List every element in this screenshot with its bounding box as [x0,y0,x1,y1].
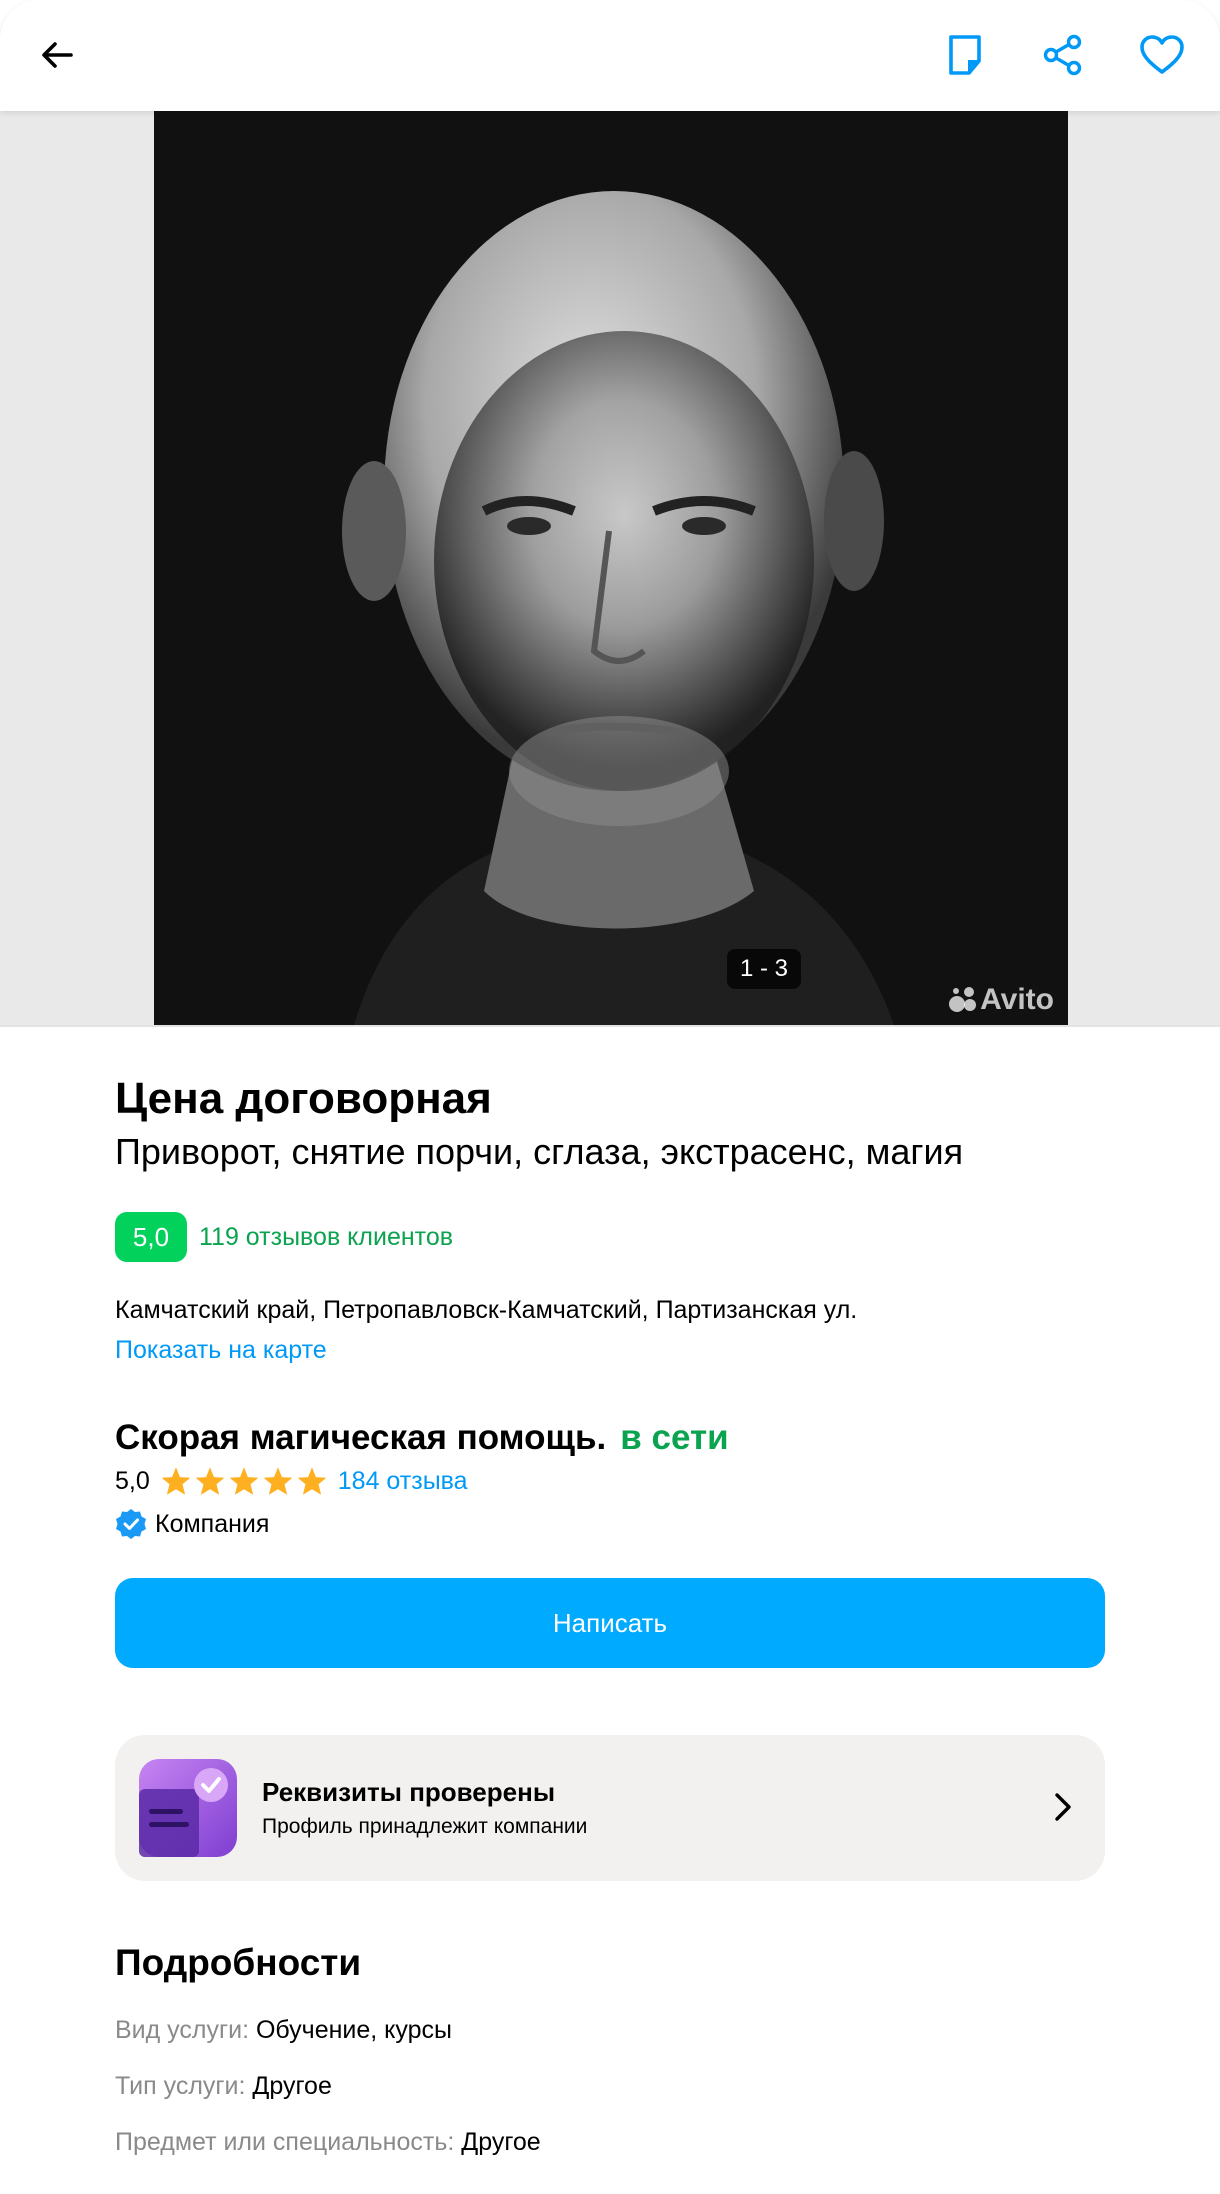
detail-value: Другое [252,2072,332,2100]
verified-title: Реквизиты проверены [262,1777,556,1807]
listing-rating[interactable]: 5,0 119 отзывов клиентов [115,1212,453,1262]
portrait-image [154,111,1068,1025]
seller-rating[interactable]: 5,0 184 отзыва [115,1466,468,1496]
star-icon [229,1467,259,1495]
photo-gallery[interactable]: 1 - 3 Avito [0,111,1220,1025]
details-heading: Подробности [115,1942,362,1983]
online-status: в сети [620,1418,729,1457]
star-icon [263,1467,293,1495]
company-badge: Компания [115,1508,269,1540]
detail-row: Тип услуги: Другое [115,2072,332,2101]
detail-row: Вид услуги: Обучение, курсы [115,2016,452,2045]
favorite-button[interactable] [1129,22,1195,88]
share-button[interactable] [1030,22,1096,88]
photo-counter: 1 - 3 [727,949,801,989]
verified-requisites-card[interactable]: Реквизиты проверены Профиль принадлежит … [115,1735,1105,1881]
seller-reviews-link[interactable]: 184 отзыва [338,1467,468,1496]
avito-watermark-text: Avito [980,983,1054,1016]
share-icon [1043,34,1082,76]
star-icon [195,1467,225,1495]
verified-subtitle: Профиль принадлежит компании [262,1815,588,1838]
show-on-map-link[interactable]: Показать на карте [115,1336,327,1365]
reviews-link[interactable]: 119 отзывов клиентов [199,1223,453,1252]
price: Цена договорная [115,1074,492,1123]
chevron-right-icon [1055,1793,1071,1821]
listing-photo[interactable]: 1 - 3 Avito [154,111,1068,1025]
star-rating [160,1466,328,1496]
avito-watermark: Avito [948,983,1054,1017]
heart-icon [1140,35,1184,74]
address: Камчатский край, Петропавловск-Камчатски… [115,1296,858,1324]
back-button[interactable] [24,22,90,88]
divider [0,1025,1220,1027]
seller-header[interactable]: Скорая магическая помощь. в сети [115,1418,729,1458]
seller-rating-value: 5,0 [115,1466,150,1495]
verified-check-icon [116,1509,146,1539]
detail-key: Предмет или специальность: [115,2128,455,2156]
note-icon [949,35,981,75]
star-icon [297,1467,327,1495]
verified-document-icon [139,1759,237,1857]
detail-value: Другое [461,2128,541,2156]
avito-logo-icon [949,987,977,1012]
detail-key: Вид услуги: [115,2016,250,2044]
star-icon [161,1467,191,1495]
rating-badge: 5,0 [115,1212,187,1262]
seller-name[interactable]: Скорая магическая помощь. [115,1418,606,1458]
write-message-button[interactable]: Написать [115,1578,1105,1668]
note-button[interactable] [932,22,998,88]
detail-value: Обучение, курсы [255,2016,452,2044]
listing-title: Приворот, снятие порчи, сглаза, экстрасе… [115,1131,964,1172]
detail-key: Тип услуги: [115,2072,246,2100]
company-label: Компания [155,1509,270,1538]
arrow-left-icon [42,42,73,68]
top-bar [0,0,1220,111]
detail-row: Предмет или специальность: Другое [115,2128,541,2157]
